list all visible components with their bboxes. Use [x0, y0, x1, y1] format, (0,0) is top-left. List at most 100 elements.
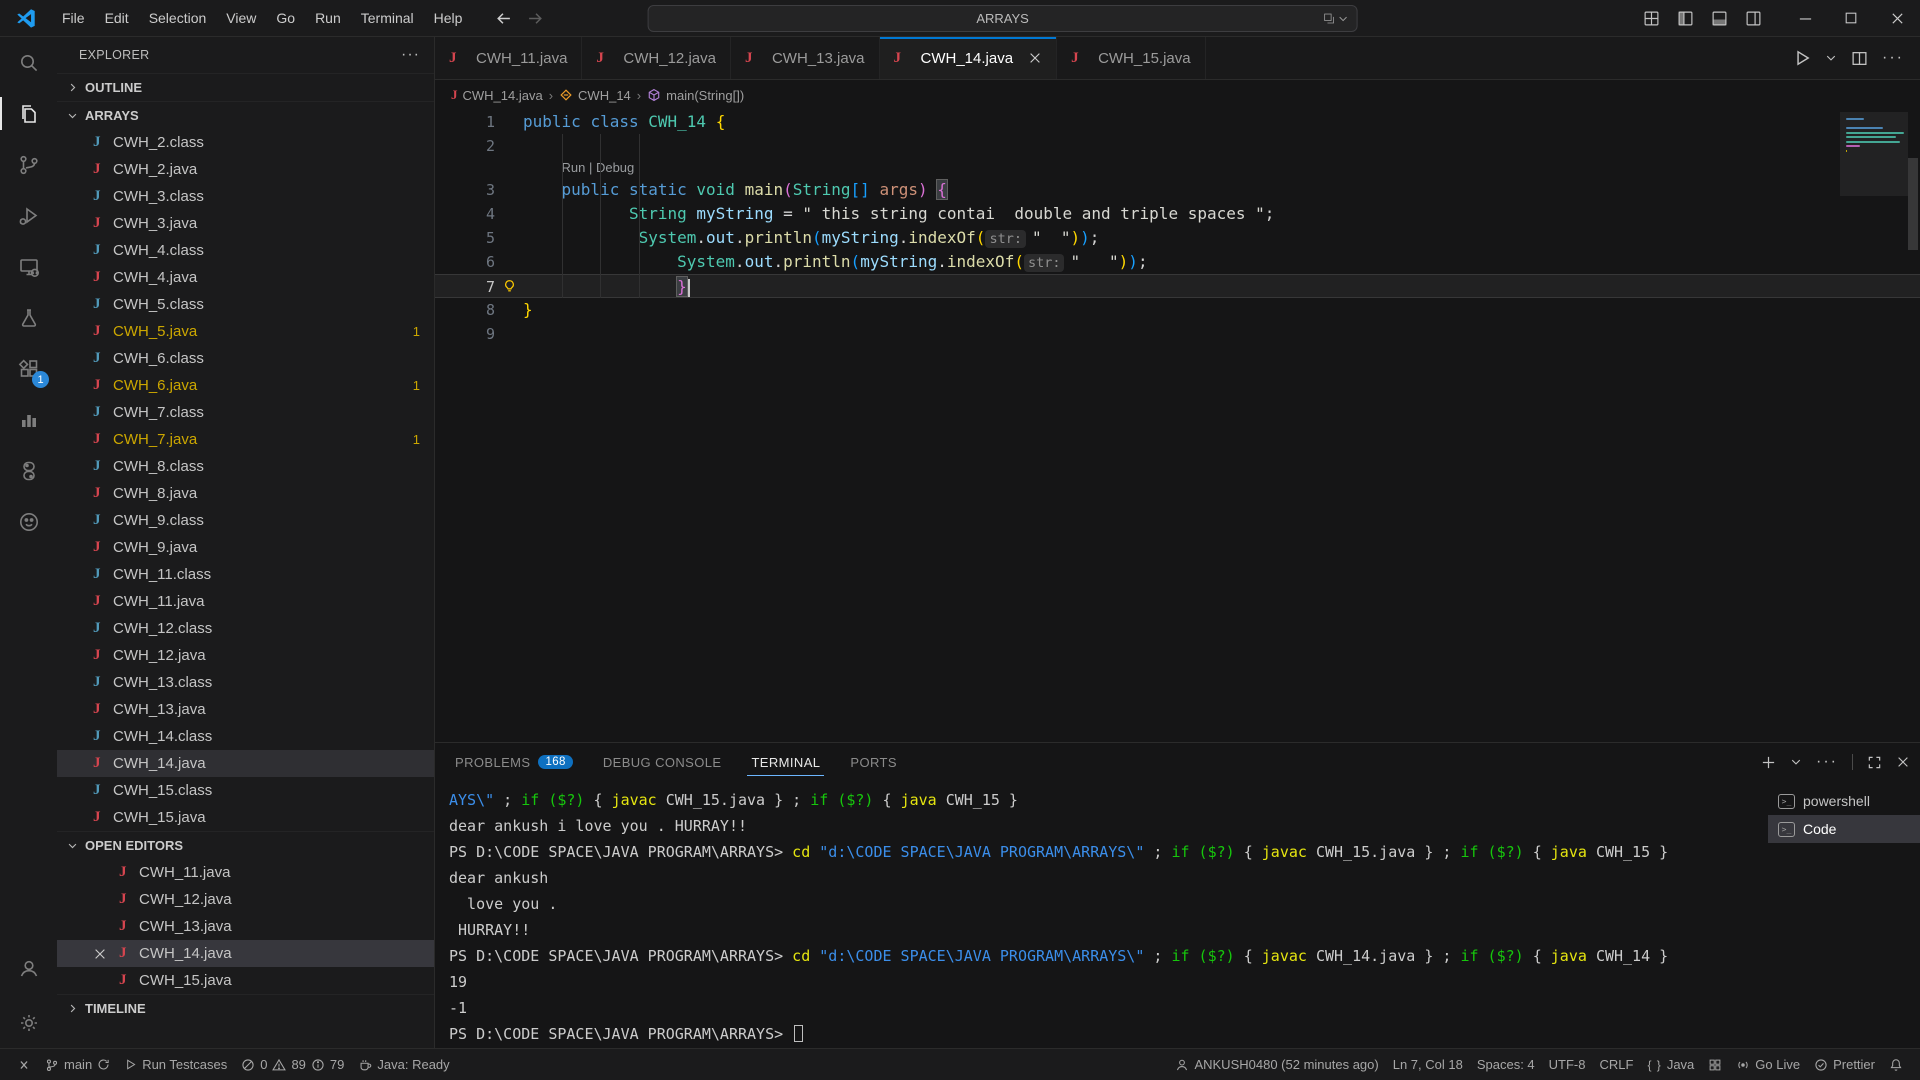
file-item[interactable]: J CWH_6.class: [57, 345, 434, 372]
file-item[interactable]: J CWH_4.java: [57, 264, 434, 291]
lightbulb-icon[interactable]: [495, 275, 523, 297]
tab-CWH_12.java[interactable]: J CWH_12.java: [582, 37, 731, 79]
activitybar-accounts[interactable]: [0, 942, 57, 993]
close-icon[interactable]: [87, 947, 113, 961]
close-icon[interactable]: [1028, 51, 1042, 65]
file-item[interactable]: J CWH_4.class: [57, 237, 434, 264]
file-item[interactable]: J CWH_13.class: [57, 669, 434, 696]
menu-run[interactable]: Run: [305, 0, 351, 37]
file-item[interactable]: J CWH_9.class: [57, 507, 434, 534]
section-timeline[interactable]: TIMELINE: [57, 994, 434, 1022]
status-java-status[interactable]: Java: Ready: [351, 1049, 456, 1080]
file-item[interactable]: J CWH_6.java 1: [57, 372, 434, 399]
panel-tab-terminal[interactable]: TERMINAL: [747, 743, 825, 781]
status-prettier[interactable]: Prettier: [1807, 1049, 1882, 1080]
menu-help[interactable]: Help: [424, 0, 473, 37]
file-item[interactable]: J CWH_2.java: [57, 156, 434, 183]
explorer-more-icon[interactable]: ···: [401, 46, 420, 64]
status-table-status[interactable]: [1701, 1049, 1729, 1080]
menu-terminal[interactable]: Terminal: [351, 0, 424, 37]
open-editor-item[interactable]: J CWH_13.java: [57, 913, 434, 940]
file-item[interactable]: J CWH_9.java: [57, 534, 434, 561]
ellipsis-icon[interactable]: ···: [1816, 753, 1838, 771]
terminal-output[interactable]: AYS\" ; if ($?) { javac CWH_15.java } ; …: [435, 781, 1768, 1048]
tab-CWH_13.java[interactable]: J CWH_13.java: [730, 37, 880, 79]
file-item[interactable]: J CWH_3.class: [57, 183, 434, 210]
activitybar-extensions[interactable]: 1: [0, 343, 57, 394]
status-go-live[interactable]: Go Live: [1729, 1049, 1807, 1080]
breadcrumb-item[interactable]: main(String[]): [647, 88, 744, 103]
file-item[interactable]: J CWH_8.class: [57, 453, 434, 480]
panel-tab-debug-console[interactable]: DEBUG CONSOLE: [599, 743, 726, 781]
tab-CWH_14.java[interactable]: J CWH_14.java: [879, 37, 1058, 79]
activitybar-remote-explorer[interactable]: [0, 241, 57, 292]
open-editor-item[interactable]: J CWH_12.java: [57, 886, 434, 913]
section-outline[interactable]: OUTLINE: [57, 73, 434, 101]
layout-sidebar-right-icon[interactable]: [1738, 5, 1768, 31]
codelens[interactable]: Run | Debug: [523, 158, 635, 178]
file-item[interactable]: J CWH_12.class: [57, 615, 434, 642]
activitybar-testing[interactable]: [0, 292, 57, 343]
activitybar-search[interactable]: [0, 37, 57, 88]
breadcrumb-item[interactable]: CWH_14: [559, 88, 631, 103]
section-folder-arrays[interactable]: ARRAYS: [57, 101, 434, 129]
menu-file[interactable]: File: [52, 0, 95, 37]
add-icon[interactable]: [1761, 755, 1776, 770]
file-item[interactable]: J CWH_11.java: [57, 588, 434, 615]
file-item[interactable]: J CWH_5.java 1: [57, 318, 434, 345]
chevron-down-icon[interactable]: [1825, 52, 1837, 64]
activitybar-misc-extension[interactable]: [0, 496, 57, 547]
layout-panel-icon[interactable]: [1704, 5, 1734, 31]
code-editor[interactable]: 1 public class CWH_14 {2 Run | Debug 3 publ…: [435, 110, 1920, 742]
open-editor-item[interactable]: J CWH_11.java: [57, 859, 434, 886]
status-problems-summary[interactable]: 0 89 79: [234, 1049, 351, 1080]
menu-view[interactable]: View: [216, 0, 266, 37]
terminal-instance-code[interactable]: >_ Code: [1768, 815, 1920, 843]
minimize-icon[interactable]: [1782, 0, 1828, 37]
activitybar-source-control[interactable]: [0, 139, 57, 190]
activitybar-run-debug[interactable]: [0, 190, 57, 241]
layout-grid-icon[interactable]: [1636, 5, 1666, 31]
status-run-testcases[interactable]: Run Testcases: [117, 1049, 234, 1080]
status-indentation[interactable]: Spaces: 4: [1470, 1049, 1542, 1080]
file-item[interactable]: J CWH_15.class: [57, 777, 434, 804]
panel-tab-problems[interactable]: PROBLEMS 168: [451, 743, 577, 781]
file-item[interactable]: J CWH_11.class: [57, 561, 434, 588]
status-scm-author[interactable]: ANKUSH0480 (52 minutes ago): [1168, 1049, 1385, 1080]
file-item[interactable]: J CWH_14.java: [57, 750, 434, 777]
panel-tab-ports[interactable]: PORTS: [846, 743, 901, 781]
status-eol[interactable]: CRLF: [1593, 1049, 1641, 1080]
status-branch[interactable]: main: [38, 1049, 117, 1080]
activitybar-python-extension[interactable]: [0, 445, 57, 496]
menu-edit[interactable]: Edit: [95, 0, 139, 37]
editor-scrollbar[interactable]: [1906, 110, 1920, 742]
tab-CWH_11.java[interactable]: J CWH_11.java: [435, 37, 583, 79]
close-icon[interactable]: [1896, 755, 1910, 769]
file-item[interactable]: J CWH_7.class: [57, 399, 434, 426]
close-icon[interactable]: [1874, 0, 1920, 37]
run-icon[interactable]: [1793, 49, 1811, 67]
section-open-editors[interactable]: OPEN EDITORS: [57, 831, 434, 859]
file-item[interactable]: J CWH_15.java: [57, 804, 434, 831]
open-editor-item[interactable]: J CWH_15.java: [57, 967, 434, 994]
menu-selection[interactable]: Selection: [139, 0, 217, 37]
activitybar-settings[interactable]: [0, 997, 57, 1048]
tab-CWH_15.java[interactable]: J CWH_15.java: [1057, 37, 1206, 79]
maximize-panel-icon[interactable]: [1867, 755, 1882, 770]
activitybar-chart-extension[interactable]: [0, 394, 57, 445]
command-center-search[interactable]: ARRAYS: [647, 5, 1358, 32]
arrow-left-icon[interactable]: [490, 5, 516, 31]
terminal-instance-powershell[interactable]: >_ powershell: [1768, 787, 1920, 815]
menu-go[interactable]: Go: [266, 0, 305, 37]
minimap[interactable]: [1840, 112, 1908, 252]
chevron-down-icon[interactable]: [1790, 756, 1802, 768]
file-item[interactable]: J CWH_8.java: [57, 480, 434, 507]
open-editor-item[interactable]: J CWH_14.java: [57, 940, 434, 967]
status-notifications[interactable]: [1882, 1049, 1910, 1080]
status-encoding[interactable]: UTF-8: [1542, 1049, 1593, 1080]
layout-sidebar-left-icon[interactable]: [1670, 5, 1700, 31]
ellipsis-icon[interactable]: ···: [1882, 49, 1904, 67]
split-editor-icon[interactable]: [1851, 50, 1868, 67]
status-cursor-position[interactable]: Ln 7, Col 18: [1386, 1049, 1470, 1080]
maximize-icon[interactable]: [1828, 0, 1874, 37]
